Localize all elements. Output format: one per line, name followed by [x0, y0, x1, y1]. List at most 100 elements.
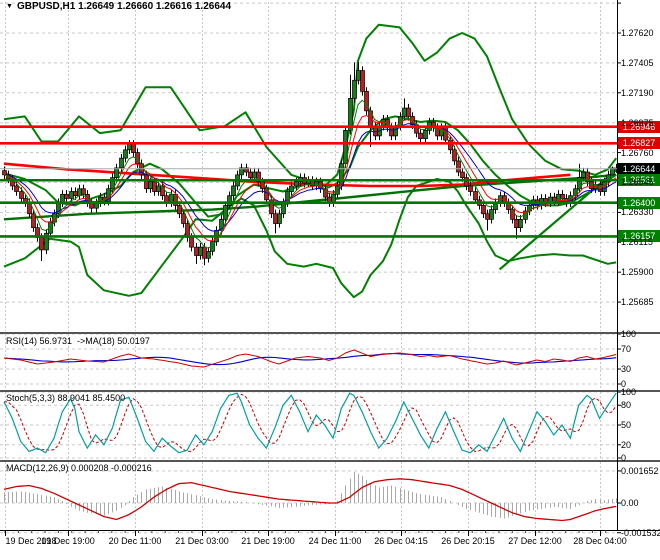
candle-bear — [389, 127, 394, 137]
candle-bear — [273, 213, 278, 224]
candle-bull — [206, 250, 211, 259]
stoch-axis-label[interactable]: 0 — [621, 453, 626, 463]
candle-bear — [31, 213, 36, 229]
candle-bull — [489, 209, 494, 220]
price-axis-label[interactable]: 1.26545 — [621, 177, 654, 187]
candle-bull — [252, 171, 257, 178]
candle-bear — [181, 213, 186, 224]
price-axis-label[interactable]: 1.26115 — [621, 237, 653, 247]
stoch-axis-label[interactable]: 100 — [621, 387, 636, 397]
stoch-axis-label[interactable]: 80 — [621, 400, 631, 410]
candle-bull — [581, 171, 586, 178]
price-axis-label[interactable]: 1.26760 — [621, 148, 654, 158]
candle-bear — [189, 237, 194, 248]
chevron-down-icon[interactable]: ▼ — [6, 3, 13, 10]
candle-bull — [198, 246, 203, 256]
time-axis-label[interactable]: 19 Dec 19:00 — [33, 536, 103, 546]
macd-indicator-label: MACD(12,26,9) 0.000208 -0.000216 — [6, 463, 152, 473]
stoch-axis-label[interactable]: 50 — [621, 420, 631, 430]
candle-bear — [144, 174, 149, 190]
candle-bear — [39, 237, 44, 251]
time-axis-label[interactable]: 26 Dec 04:15 — [366, 536, 436, 546]
candle-bear — [448, 139, 453, 151]
title-ohlc-values: 1.26649 1.26660 1.26616 1.26644 — [78, 1, 232, 12]
rsi-axis-label[interactable]: 100 — [621, 329, 636, 339]
macd-axis-label[interactable]: 0.001652 — [621, 466, 659, 476]
time-axis-label[interactable]: 20 Dec 11:00 — [100, 536, 170, 546]
candle-bull — [227, 195, 232, 206]
candle-bull — [69, 191, 74, 199]
candle-bull — [294, 181, 299, 187]
candle-bull — [402, 107, 407, 117]
candle-bull — [123, 149, 128, 159]
candle-bear — [406, 107, 411, 117]
candle-bear — [514, 218, 519, 229]
candle-bull — [423, 129, 428, 140]
candle-bear — [485, 213, 490, 220]
bollinger-band-upper — [3, 23, 617, 187]
candle-bear — [81, 188, 86, 195]
rsi-axis-label[interactable]: 70 — [621, 344, 631, 354]
panel-separator[interactable] — [0, 460, 660, 462]
candle-bull — [119, 157, 124, 169]
candle-bull — [289, 185, 294, 192]
candle-bull — [352, 79, 357, 99]
panel-separator[interactable] — [0, 332, 660, 334]
price-axis-label[interactable]: 1.26975 — [621, 118, 654, 128]
price-tag-current: 1.26644 — [618, 162, 660, 175]
candle-bull — [114, 167, 119, 178]
candle-bear — [2, 170, 7, 176]
chart-canvas[interactable] — [0, 0, 660, 560]
candle-bear — [202, 246, 207, 259]
rsi-line — [3, 349, 617, 368]
time-axis-label[interactable]: 28 Dec 04:00 — [565, 536, 635, 546]
candle-bear — [73, 191, 78, 197]
chart-title: ▼ GBPUSD,H1 1.26649 1.26660 1.26616 1.266… — [6, 1, 231, 12]
candle-bull — [223, 205, 228, 220]
time-axis-label[interactable]: 21 Dec 03:00 — [167, 536, 237, 546]
price-axis-label[interactable]: 1.27405 — [621, 58, 654, 68]
candle-bull — [127, 143, 132, 151]
candle-bull — [148, 181, 153, 190]
candle-bear — [19, 191, 24, 199]
candle-bear — [64, 193, 69, 199]
time-axis-label[interactable]: 27 Dec 12:00 — [500, 536, 570, 546]
rsi-axis-label[interactable]: 30 — [621, 364, 631, 374]
candle-bull — [156, 185, 161, 192]
candle-bull — [277, 213, 282, 224]
panel-separator[interactable] — [0, 390, 660, 392]
stochastic-indicator-label: Stoch(5,3,3) 88.9041 85.4500 — [6, 393, 126, 403]
price-axis-label[interactable]: 1.25685 — [621, 297, 654, 307]
candle-bear — [418, 132, 423, 140]
candle-bear — [473, 191, 478, 201]
macd-axis-label[interactable]: 0.00 — [621, 498, 639, 508]
candle-bear — [360, 70, 365, 92]
candle-bear — [464, 177, 469, 187]
candle-bear — [152, 181, 157, 192]
candle-bull — [231, 185, 236, 197]
time-axis-label[interactable]: 24 Dec 11:00 — [300, 536, 370, 546]
candle-bear — [460, 171, 465, 178]
stoch-axis-label[interactable]: 20 — [621, 440, 631, 450]
rsi-indicator-label: RSI(14) 56.9731 ->MA(18) 50.0197 — [6, 336, 150, 346]
candle-bear — [468, 185, 473, 192]
price-axis-label[interactable]: 1.27190 — [621, 88, 654, 98]
time-axis-label[interactable]: 26 Dec 20:15 — [433, 536, 503, 546]
candle-bull — [518, 218, 523, 229]
slow-ma-red — [3, 162, 571, 188]
candle-bear — [560, 193, 565, 199]
price-axis-label[interactable]: 1.27620 — [621, 28, 654, 38]
candle-bear — [14, 185, 19, 192]
candle-bear — [456, 160, 461, 173]
symbol-period-label: GBPUSD,H1 — [16, 1, 76, 12]
macd-signal-line — [3, 478, 617, 522]
candle-bear — [364, 91, 369, 112]
candle-bull — [356, 70, 361, 81]
price-axis-label[interactable]: 1.25900 — [621, 267, 654, 277]
candle-bear — [481, 205, 486, 215]
candle-bear — [131, 143, 136, 153]
mt4-chart-window: ▼ GBPUSD,H1 1.26649 1.26660 1.26616 1.266… — [0, 0, 660, 560]
candle-bear — [194, 246, 199, 256]
time-axis-label[interactable]: 21 Dec 19:00 — [233, 536, 303, 546]
price-axis-label[interactable]: 1.26330 — [621, 207, 654, 217]
